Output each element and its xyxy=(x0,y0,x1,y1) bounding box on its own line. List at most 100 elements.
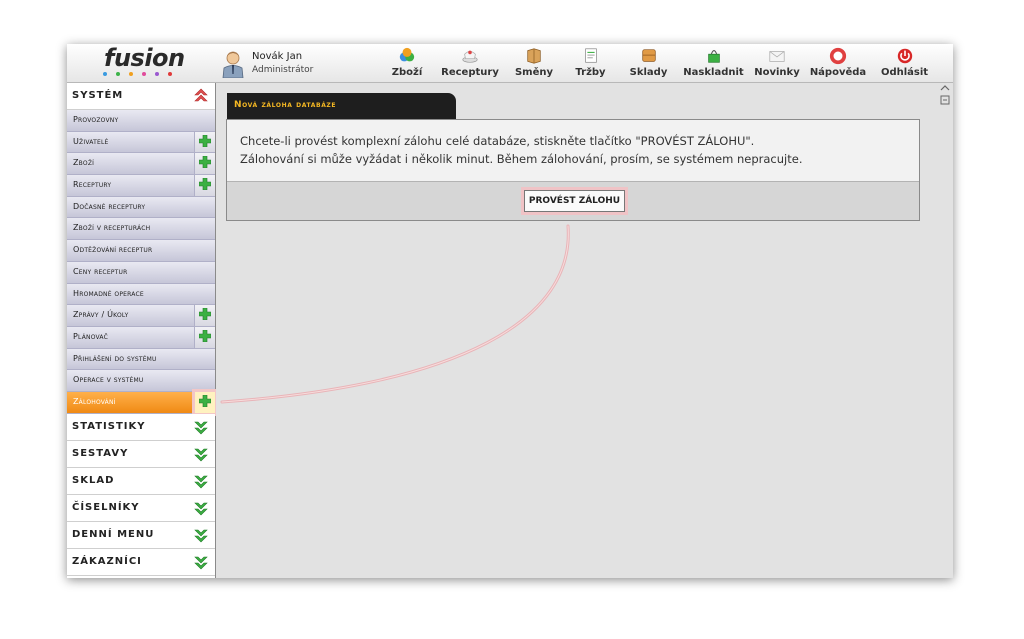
help-icon xyxy=(829,47,847,65)
logo-dot xyxy=(142,72,146,76)
sidebar-item-label: Odtěžování receptur xyxy=(73,245,153,255)
plus-icon xyxy=(199,134,211,147)
sidebar-item-label: Plánovač xyxy=(73,331,109,341)
sidebar-item[interactable]: Plánovač xyxy=(67,326,215,349)
user-info: Novák Jan Administrátor xyxy=(222,48,372,80)
sidebar-item[interactable]: Receptury xyxy=(67,175,215,197)
logo-dot xyxy=(116,72,120,76)
expand-down-icon[interactable] xyxy=(194,473,208,489)
sidebar-item-label: Přihlášení do systému xyxy=(73,353,157,363)
toolbar-button-warehouse[interactable]: Sklady xyxy=(619,44,678,82)
panel-text-area: Chcete-li provést komplexní zálohu celé … xyxy=(227,120,919,182)
toolbar-button-goods[interactable]: Zboží xyxy=(380,44,434,82)
sidebar-category[interactable]: SKLAD xyxy=(67,467,215,495)
sidebar-item-label: Zálohování xyxy=(73,396,116,406)
toolbar-button-stock-in[interactable]: Naskladnit xyxy=(678,44,749,82)
toolbar-label: Odhlásit xyxy=(880,67,929,78)
toolbar-label: Novinky xyxy=(754,67,800,78)
toolbar-label: Naskladnit xyxy=(683,67,744,78)
stock-in-icon xyxy=(707,50,720,63)
logo-dot xyxy=(129,72,133,76)
sidebar-item[interactable]: Zboží xyxy=(67,153,215,176)
toolbar-button-sales[interactable]: Tržby xyxy=(562,44,619,82)
sidebar-item[interactable]: Hromadné operace xyxy=(67,283,215,306)
sidebar-category[interactable]: STATISTIKY xyxy=(67,413,215,441)
main-content: Nová záloha databáze Chcete-li provést k… xyxy=(216,83,953,578)
toolbar-button-shifts[interactable]: Směny xyxy=(506,44,562,82)
logo-dots xyxy=(103,72,172,76)
sidebar-item[interactable]: Provozovny xyxy=(67,110,215,132)
user-avatar-icon xyxy=(222,51,244,78)
shifts-icon xyxy=(527,48,541,64)
sidebar-items: Provozovny Uživatelé Zboží Receptury Dočasné… xyxy=(67,110,215,414)
logo[interactable]: fusion xyxy=(67,44,215,82)
add-button[interactable] xyxy=(195,391,215,413)
plus-icon xyxy=(199,178,211,191)
toolbar-label: Zboží xyxy=(391,67,423,78)
sidebar-category[interactable]: DENNÍ MENU xyxy=(67,521,215,549)
category-label: SESTAVY xyxy=(72,447,129,459)
sidebar-item[interactable]: Zálohování xyxy=(67,391,215,414)
sidebar-item[interactable]: Zboží v recepturách xyxy=(67,218,215,241)
logo-text: fusion xyxy=(104,44,185,72)
plus-icon xyxy=(199,308,211,321)
toolbar-button-recipes[interactable]: Receptury xyxy=(434,44,506,82)
expand-down-icon[interactable] xyxy=(194,419,208,435)
sidebar-item[interactable]: Odtěžování receptur xyxy=(67,240,215,262)
user-role: Administrátor xyxy=(252,65,314,75)
main-toolbar: Zboží Receptury Směny Tržby Sklady Naskladnit… xyxy=(380,44,938,82)
sidebar-item[interactable]: Uživatelé xyxy=(67,131,215,154)
sidebar-categories: STATISTIKY SESTAVY SKLAD ČÍSELNÍKY DENNÍ MEN… xyxy=(67,413,215,576)
section-title: Nová záloha databáze xyxy=(234,100,337,110)
add-button[interactable] xyxy=(194,326,215,348)
category-label: SKLAD xyxy=(72,474,115,486)
collapse-up-icon[interactable] xyxy=(194,88,208,104)
sidebar-item[interactable]: Operace v systému xyxy=(67,370,215,392)
sidebar-item-label: Ceny receptur xyxy=(73,266,128,276)
sidebar: SYSTÉM Provozovny Uživatelé Zboží Receptury… xyxy=(67,83,216,578)
expand-down-icon[interactable] xyxy=(194,446,208,462)
category-label: STATISTIKY xyxy=(72,420,146,432)
sidebar-item[interactable]: Přihlášení do systému xyxy=(67,348,215,371)
logo-dot xyxy=(168,72,172,76)
expand-down-icon[interactable] xyxy=(194,500,208,516)
sidebar-item[interactable]: Dočasné receptury xyxy=(67,196,215,219)
sidebar-item-label: Zboží v recepturách xyxy=(73,223,151,233)
user-name: Novák Jan xyxy=(252,51,303,62)
sidebar-item-label: Operace v systému xyxy=(73,375,144,385)
add-button[interactable] xyxy=(194,131,215,153)
add-button[interactable] xyxy=(194,153,215,175)
sales-icon xyxy=(584,48,597,63)
add-button[interactable] xyxy=(194,175,215,196)
logo-dot xyxy=(155,72,159,76)
logo-dot xyxy=(103,72,107,76)
sidebar-category[interactable]: ZÁKAZNÍCI xyxy=(67,548,215,576)
category-label: ZÁKAZNÍCI xyxy=(72,555,142,567)
expand-down-icon[interactable] xyxy=(194,554,208,570)
news-icon xyxy=(769,51,785,62)
plus-icon xyxy=(199,156,211,169)
sidebar-item-label: Dočasné receptury xyxy=(73,201,146,211)
toolbar-label: Sklady xyxy=(629,67,668,78)
toolbar-label: Tržby xyxy=(575,67,606,78)
sidebar-category[interactable]: SESTAVY xyxy=(67,440,215,468)
toolbar-button-news[interactable]: Novinky xyxy=(749,44,805,82)
goods-icon xyxy=(399,47,415,62)
sidebar-item[interactable]: Ceny receptur xyxy=(67,261,215,284)
sidebar-item[interactable]: Zprávy / Úkoly xyxy=(67,305,215,327)
sidebar-item-label: Zprávy / Úkoly xyxy=(73,310,129,320)
category-label: SYSTÉM xyxy=(72,90,124,101)
toolbar-button-help[interactable]: Nápověda xyxy=(805,44,871,82)
sidebar-item-label: Hromadné operace xyxy=(73,288,144,298)
run-backup-button[interactable]: PROVÉST ZÁLOHU xyxy=(524,190,625,212)
add-button[interactable] xyxy=(194,305,215,326)
plus-icon xyxy=(199,394,211,407)
scroll-top-icon[interactable] xyxy=(940,84,950,106)
expand-down-icon[interactable] xyxy=(194,527,208,543)
sidebar-category[interactable]: ČÍSELNÍKY xyxy=(67,494,215,522)
panel-footer: PROVÉST ZÁLOHU xyxy=(227,182,919,220)
recipes-icon xyxy=(462,50,478,63)
sidebar-category-system[interactable]: SYSTÉM xyxy=(67,83,215,110)
toolbar-button-logout[interactable]: Odhlásit xyxy=(871,44,938,82)
toolbar-label: Směny xyxy=(514,67,554,78)
